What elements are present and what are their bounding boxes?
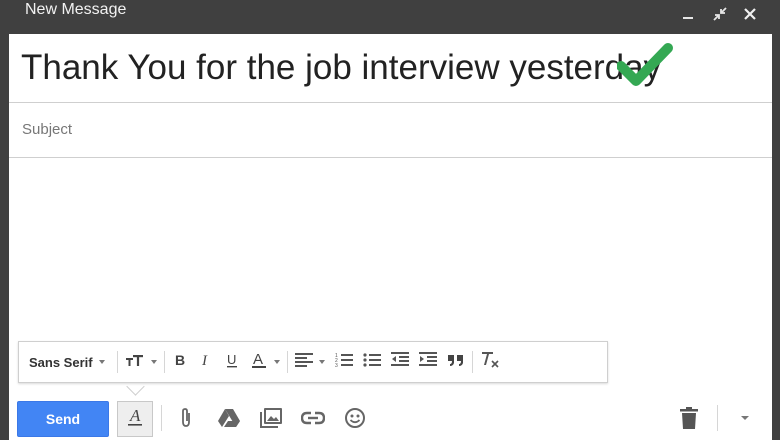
divider	[116, 351, 118, 373]
link-icon[interactable]	[300, 405, 326, 431]
align-button[interactable]	[290, 349, 330, 375]
font-family-select[interactable]: Sans Serif	[19, 349, 115, 375]
bold-button[interactable]: B	[167, 349, 193, 375]
bold-icon: B	[172, 352, 188, 373]
underline-icon: U	[224, 352, 240, 373]
emoji-icon[interactable]	[342, 405, 368, 431]
chevron-down-icon	[98, 360, 105, 364]
attach-icon[interactable]	[173, 405, 199, 431]
compose-footer: Send A	[9, 393, 772, 440]
drive-icon[interactable]	[216, 405, 242, 431]
message-body[interactable]	[9, 158, 772, 338]
photo-icon[interactable]	[258, 405, 284, 431]
svg-text:B: B	[175, 352, 185, 368]
indent-less-button[interactable]	[386, 349, 414, 375]
align-icon	[294, 352, 313, 372]
bulleted-list-icon	[362, 352, 381, 373]
remove-formatting-button[interactable]	[475, 349, 505, 375]
remove-formatting-icon	[480, 351, 500, 374]
divider	[161, 405, 162, 431]
svg-text:A: A	[253, 351, 263, 368]
svg-text:3: 3	[335, 363, 338, 368]
formatting-toolbar: Sans Serif B I U A 1 2 3	[18, 341, 608, 383]
checkmark-icon	[616, 42, 673, 93]
divider	[717, 405, 718, 431]
more-options-icon[interactable]	[732, 405, 758, 431]
italic-button[interactable]: I	[193, 349, 219, 375]
size-icon	[125, 353, 145, 372]
italic-icon: I	[198, 352, 214, 373]
indent-less-icon	[390, 351, 409, 373]
divider	[163, 351, 165, 373]
close-icon[interactable]	[739, 3, 761, 25]
font-size-button[interactable]	[120, 349, 162, 375]
bulleted-list-button[interactable]	[358, 349, 386, 375]
indent-more-button[interactable]	[414, 349, 442, 375]
subject-input[interactable]	[20, 117, 724, 141]
title-bar[interactable]: New Message	[0, 0, 780, 34]
recipient-text: Thank You for the job interview yesterda…	[21, 48, 662, 87]
formatting-options-icon: A	[126, 406, 144, 432]
recipients-field[interactable]: Thank You for the job interview yesterda…	[9, 34, 772, 103]
numbered-list-button[interactable]: 1 2 3	[330, 349, 358, 375]
quote-button[interactable]	[442, 349, 470, 375]
svg-text:I: I	[201, 353, 208, 368]
exit-full-screen-icon[interactable]	[709, 3, 731, 25]
divider	[286, 351, 288, 373]
subject-row	[9, 103, 772, 158]
chevron-down-icon	[318, 360, 325, 364]
underline-button[interactable]: U	[219, 349, 245, 375]
text-color-icon: A	[250, 351, 268, 374]
minimize-icon[interactable]	[677, 3, 699, 25]
send-button[interactable]: Send	[17, 401, 109, 437]
chevron-down-icon	[150, 360, 157, 364]
font-family-label: Sans Serif	[29, 354, 93, 370]
svg-text:U: U	[227, 352, 236, 367]
chevron-down-icon	[273, 360, 280, 364]
formatting-options-button[interactable]: A	[117, 401, 153, 437]
compose-window: New Message Thank You for the job interv…	[0, 0, 780, 440]
window-title: New Message	[25, 1, 127, 18]
trash-icon[interactable]	[676, 405, 702, 431]
divider	[471, 351, 473, 373]
quote-icon	[447, 353, 465, 372]
numbered-list-icon: 1 2 3	[335, 352, 353, 373]
indent-more-icon	[418, 351, 437, 373]
compose-body: Thank You for the job interview yesterda…	[9, 34, 772, 440]
text-color-button[interactable]: A	[245, 349, 285, 375]
svg-text:A: A	[129, 407, 141, 425]
